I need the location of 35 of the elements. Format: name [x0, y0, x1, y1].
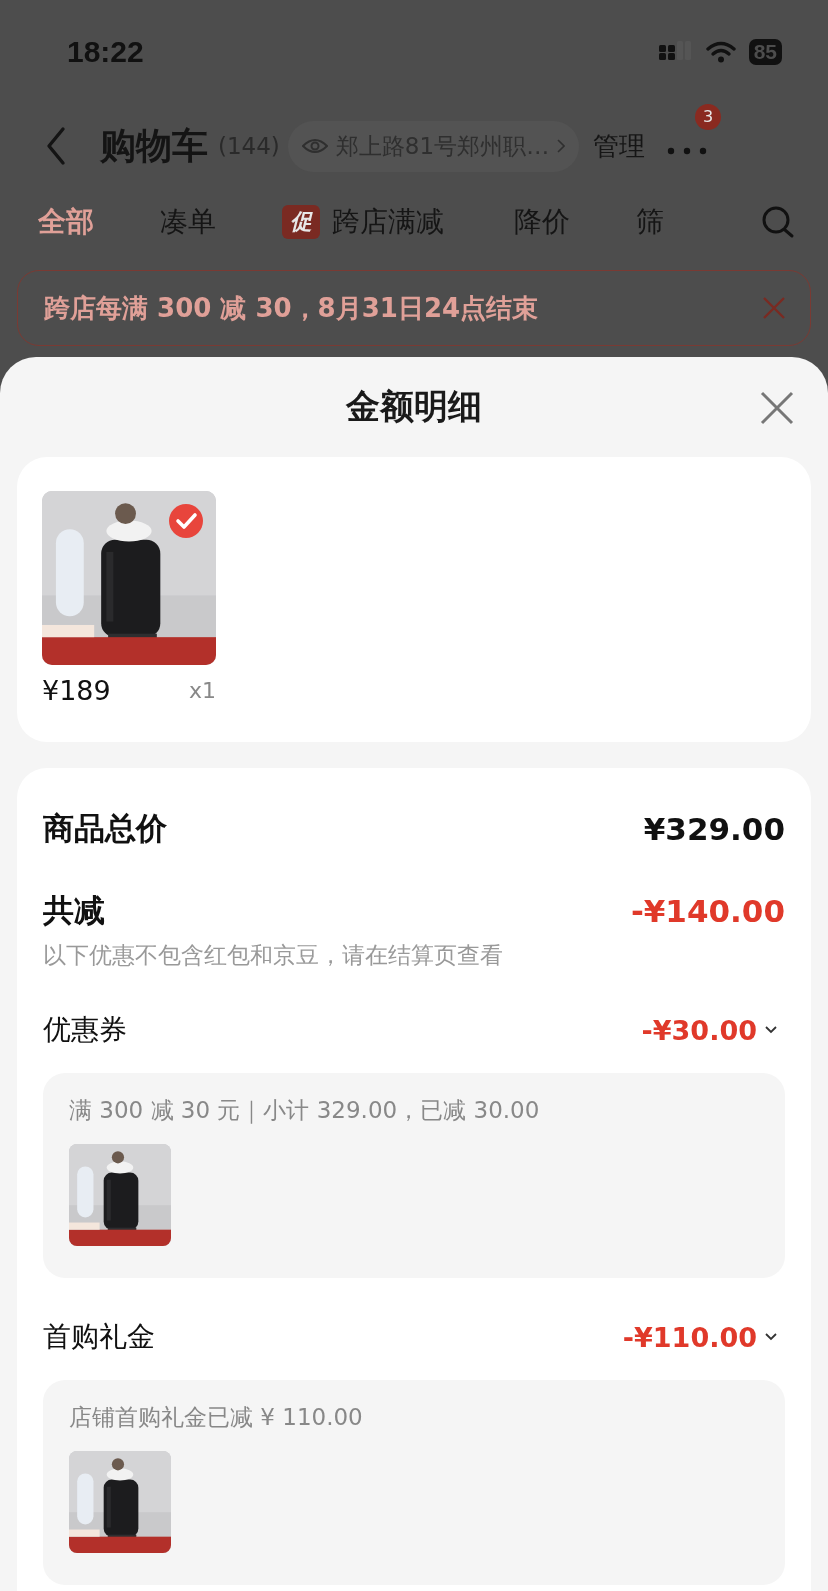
filter-tab[interactable]: 降价 — [514, 203, 570, 241]
product-quantity: x1 — [188, 678, 216, 703]
checkbox-checked-icon[interactable] — [168, 503, 204, 539]
battery-level: 85 — [753, 40, 777, 64]
filter-tab[interactable]: 筛 — [636, 203, 664, 241]
promo-tag: 促 — [282, 205, 320, 239]
sheet-title: 金额明细 — [346, 385, 482, 428]
wifi-icon — [704, 40, 737, 64]
product-price: ¥189 — [42, 675, 111, 706]
filter-tab[interactable]: 全部 — [38, 203, 94, 241]
chevron-right-icon — [557, 139, 566, 153]
manage-link[interactable]: 管理 — [593, 128, 646, 164]
discount-note: 以下优惠不包含红包和京豆，请在结算页查看 — [43, 941, 504, 970]
back-icon[interactable] — [44, 126, 68, 166]
status-time: 18:22 — [67, 35, 144, 69]
discount-toggle[interactable]: -¥110.00 — [622, 1321, 785, 1353]
discount-label: 共减 — [43, 891, 105, 930]
filter-tab[interactable]: 凑单 — [160, 203, 216, 241]
page-title: 购物车 — [100, 123, 208, 168]
discount-type-label: 优惠券 — [43, 1012, 127, 1048]
eye-icon — [301, 137, 328, 155]
discount-toggle[interactable]: -¥30.00 — [641, 1014, 785, 1046]
promo-text: 跨店每满 300 减 30，8月31日24点结束 — [44, 291, 539, 325]
discount-detail-text: 满 300 减 30 元｜小计 329.00，已减 30.00 — [69, 1096, 541, 1126]
discount-amount: -¥140.00 — [630, 893, 785, 929]
notification-badge: 3 — [695, 103, 722, 130]
signal-icon — [658, 41, 693, 63]
total-label: 商品总价 — [43, 809, 167, 848]
search-icon[interactable] — [760, 204, 796, 240]
close-icon[interactable] — [760, 391, 794, 425]
more-icon[interactable] — [667, 146, 708, 155]
discount-detail-text: 店铺首购礼金已减 ¥ 110.00 — [69, 1403, 364, 1432]
filter-tab[interactable]: 促 跨店满减 — [282, 203, 444, 241]
discount-type-label: 首购礼金 — [43, 1319, 155, 1355]
total-amount: ¥329.00 — [643, 811, 785, 847]
